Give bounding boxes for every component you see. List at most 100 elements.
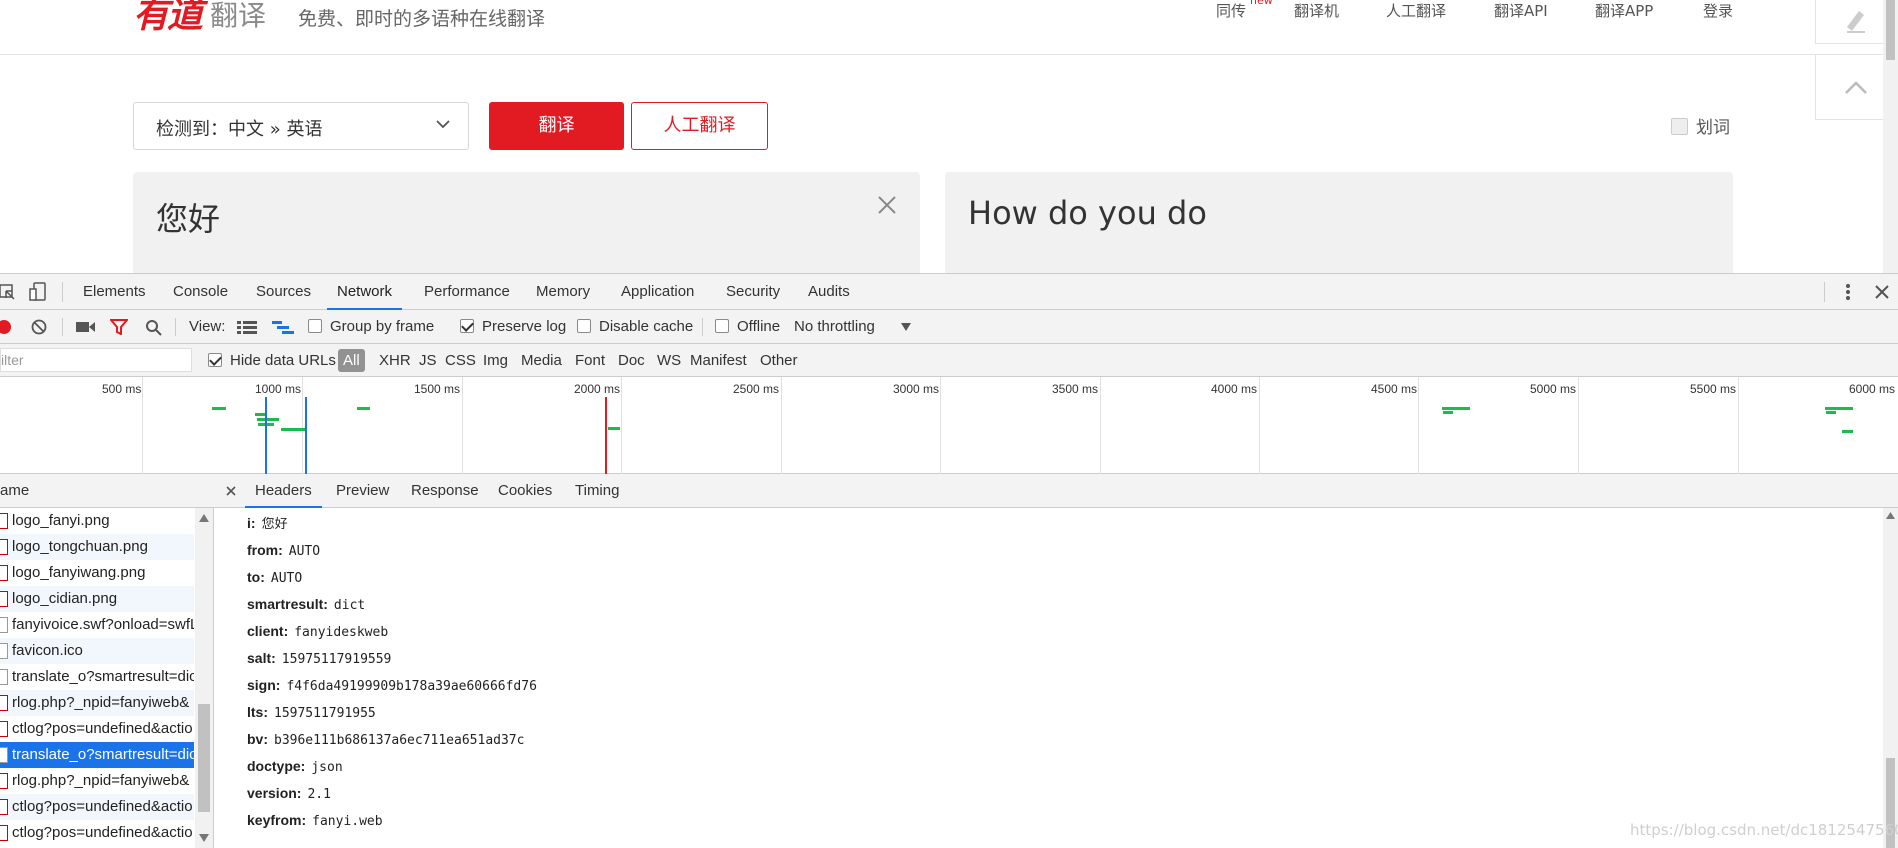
name-column-header[interactable]: ame <box>0 474 214 508</box>
network-overview-timeline[interactable]: 500 ms 1000 ms 1500 ms 2000 ms 2500 ms 3… <box>0 377 1898 474</box>
disable-cache-checkbox[interactable] <box>577 319 591 333</box>
filter-js[interactable]: JS <box>419 344 437 377</box>
tab-performance[interactable]: Performance <box>424 274 510 310</box>
filter-css[interactable]: CSS <box>445 344 476 377</box>
close-devtools-icon[interactable] <box>1874 284 1890 300</box>
scroll-up-arrow-icon[interactable] <box>1886 512 1895 519</box>
filter-media[interactable]: Media <box>521 344 562 377</box>
request-row[interactable]: logo_cidian.png <box>0 586 194 612</box>
search-icon[interactable] <box>145 319 162 336</box>
request-detail-panel: Headers Preview Response Cookies Timing … <box>214 474 1898 848</box>
clear-icon[interactable] <box>31 319 47 335</box>
human-translate-button[interactable]: 人工翻译 <box>631 102 768 150</box>
request-row[interactable]: favicon.ico <box>0 638 194 664</box>
filter-other[interactable]: Other <box>760 344 798 377</box>
huaci-checkbox[interactable] <box>1671 118 1688 135</box>
dropdown-arrow-icon[interactable] <box>901 323 911 331</box>
form-data-key: smartresult: <box>247 596 328 612</box>
tab-sources[interactable]: Sources <box>256 274 311 310</box>
filter-all[interactable]: All <box>338 349 365 372</box>
request-list-scrollbar-thumb[interactable] <box>198 704 210 812</box>
tab-console[interactable]: Console <box>173 274 228 310</box>
input-panel[interactable]: 您好 <box>133 172 920 273</box>
input-text[interactable]: 您好 <box>156 194 220 240</box>
request-row[interactable]: logo_fanyiwang.png <box>0 560 194 586</box>
form-data-key: version: <box>247 785 302 801</box>
nav-tongchuan[interactable]: 同传 <box>1216 0 1246 21</box>
scroll-up-arrow-icon[interactable] <box>199 514 209 522</box>
nav-translate-app[interactable]: 翻译APP <box>1595 0 1653 21</box>
close-detail-icon[interactable] <box>226 486 236 496</box>
request-row-selected[interactable]: translate_o?smartresult=dic <box>0 742 194 768</box>
timeline-label: 1500 ms <box>414 382 461 396</box>
detail-scrollbar[interactable] <box>1883 508 1898 848</box>
tab-cookies[interactable]: Cookies <box>498 474 552 508</box>
nav-human-translate[interactable]: 人工翻译 <box>1386 0 1446 21</box>
filter-font[interactable]: Font <box>575 344 605 377</box>
request-row[interactable]: fanyivoice.swf?onload=swfL <box>0 612 194 638</box>
offline-option[interactable]: Offline <box>715 310 780 344</box>
tab-security[interactable]: Security <box>726 274 780 310</box>
translate-button[interactable]: 翻译 <box>489 102 624 150</box>
tab-elements[interactable]: Elements <box>83 274 146 310</box>
request-row[interactable]: ctlog?pos=undefined&actio <box>0 820 194 846</box>
group-by-frame-option[interactable]: Group by frame <box>308 310 434 344</box>
tab-preview[interactable]: Preview <box>336 474 389 508</box>
tab-timing[interactable]: Timing <box>575 474 619 508</box>
tab-application[interactable]: Application <box>621 274 694 310</box>
request-row[interactable]: ctlog?pos=undefined&actio <box>0 794 194 820</box>
group-by-frame-checkbox[interactable] <box>308 319 322 333</box>
timeline-gridline <box>142 377 143 474</box>
request-list-scrollbar[interactable] <box>195 508 213 848</box>
nav-login[interactable]: 登录 <box>1703 0 1733 21</box>
device-toolbar-icon[interactable] <box>28 282 48 302</box>
filter-doc[interactable]: Doc <box>618 344 645 377</box>
request-row[interactable]: logo_tongchuan.png <box>0 534 194 560</box>
tab-memory[interactable]: Memory <box>536 274 590 310</box>
form-data-key: client: <box>247 623 289 639</box>
request-row[interactable]: logo_fanyi.png <box>0 508 194 534</box>
hide-data-urls-checkbox[interactable] <box>208 353 222 367</box>
clear-input-icon[interactable] <box>876 194 898 216</box>
waterfall-icon[interactable] <box>272 320 294 334</box>
disable-cache-option[interactable]: Disable cache <box>577 310 693 344</box>
youdao-logo[interactable]: 有道 <box>133 0 203 38</box>
filter-input[interactable]: ilter <box>0 348 192 372</box>
filter-xhr[interactable]: XHR <box>379 344 411 377</box>
request-name: logo_fanyiwang.png <box>12 564 146 581</box>
hide-data-urls-option[interactable]: Hide data URLs <box>208 344 336 377</box>
request-row[interactable]: translate_o?smartresult=dic <box>0 664 194 690</box>
hide-data-urls-label: Hide data URLs <box>230 352 336 369</box>
offline-checkbox[interactable] <box>715 319 729 333</box>
huaci-label: 划词 <box>1696 118 1730 138</box>
request-row[interactable]: rlog.php?_npid=fanyiweb& <box>0 768 194 794</box>
request-row[interactable]: rlog.php?_npid=fanyiweb& <box>0 690 194 716</box>
filter-img[interactable]: Img <box>483 344 508 377</box>
request-name: fanyivoice.swf?onload=swfL <box>12 616 194 633</box>
large-rows-icon[interactable] <box>237 320 257 334</box>
tab-network[interactable]: Network <box>327 274 403 310</box>
filter-manifest[interactable]: Manifest <box>690 344 747 377</box>
tab-response[interactable]: Response <box>411 474 479 508</box>
screenshot-capture-icon[interactable] <box>76 320 96 334</box>
filter-ws[interactable]: WS <box>657 344 681 377</box>
form-data-value: 您好 <box>261 517 288 532</box>
throttling-select[interactable]: No throttling <box>794 310 875 344</box>
record-icon[interactable] <box>0 319 12 335</box>
preserve-log-checkbox[interactable] <box>460 319 474 333</box>
nav-fanyiji[interactable]: 翻译机 <box>1294 0 1339 21</box>
nav-translate-api[interactable]: 翻译API <box>1494 0 1548 21</box>
tab-headers[interactable]: Headers <box>245 474 322 508</box>
page-scrollbar-thumb[interactable] <box>1886 0 1895 60</box>
scroll-down-arrow-icon[interactable] <box>199 834 209 842</box>
huaci-toggle[interactable]: 划词 <box>1671 113 1730 138</box>
file-icon <box>0 669 8 685</box>
request-bar <box>281 428 305 431</box>
filter-icon[interactable] <box>110 319 128 335</box>
request-row[interactable]: ctlog?pos=undefined&actio <box>0 716 194 742</box>
inspect-element-icon[interactable] <box>0 282 16 302</box>
tab-audits[interactable]: Audits <box>808 274 850 310</box>
more-options-icon[interactable] <box>1842 282 1854 302</box>
preserve-log-option[interactable]: Preserve log <box>460 310 566 344</box>
language-select[interactable]: 检测到：中文 » 英语 <box>133 102 469 150</box>
